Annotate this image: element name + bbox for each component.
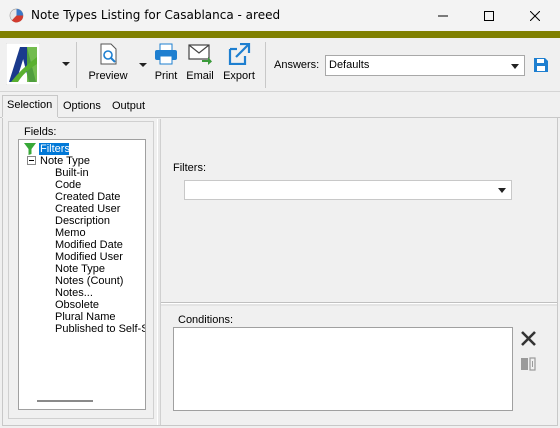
tree-item[interactable]: Modified Date xyxy=(55,239,123,251)
tree-item[interactable]: Created Date xyxy=(55,191,120,203)
tree-item[interactable]: Notes (Count) xyxy=(55,275,123,287)
answers-select[interactable]: Defaults xyxy=(325,55,525,76)
close-icon xyxy=(530,10,540,21)
tree-item[interactable]: Notes... xyxy=(55,287,93,299)
preview-label: Preview xyxy=(88,70,128,82)
export-icon xyxy=(228,43,251,65)
tree-item[interactable]: Built-in xyxy=(55,167,89,179)
collapse-icon[interactable] xyxy=(27,156,36,165)
tree-item[interactable]: Description xyxy=(55,215,110,227)
tree-item[interactable]: Note Type xyxy=(55,263,105,275)
conditions-list[interactable] xyxy=(173,327,513,411)
export-button[interactable]: Export xyxy=(221,43,257,87)
email-icon xyxy=(188,44,212,65)
chevron-down-icon xyxy=(511,64,519,69)
funnel-icon xyxy=(24,143,36,155)
minimize-icon xyxy=(438,15,448,16)
accent-strip xyxy=(0,31,560,38)
tree-item[interactable]: Memo xyxy=(55,227,86,239)
fields-tree[interactable]: Filters Note Type Built-in Code Created … xyxy=(18,139,146,410)
preview-button[interactable]: Preview xyxy=(86,43,130,87)
email-label: Email xyxy=(186,70,214,82)
toolbar-separator xyxy=(265,42,266,88)
chevron-down-icon xyxy=(498,188,506,193)
window-title: Note Types Listing for Casablanca - aree… xyxy=(31,8,281,22)
tree-item[interactable]: Created User xyxy=(55,203,120,215)
tab-selection[interactable]: Selection xyxy=(2,95,58,117)
export-label: Export xyxy=(223,70,255,82)
report-app-icon xyxy=(9,8,24,23)
print-label: Print xyxy=(154,70,178,82)
logo-dropdown-arrow-icon[interactable] xyxy=(61,59,71,69)
email-button[interactable]: Email xyxy=(186,43,214,87)
tree-item[interactable]: Plural Name xyxy=(55,311,116,323)
tree-item-filters[interactable]: Filters xyxy=(39,143,70,155)
delete-icon[interactable] xyxy=(520,330,537,347)
tree-item[interactable]: Code xyxy=(55,179,81,191)
title-bar: Note Types Listing for Casablanca - aree… xyxy=(0,0,560,31)
answers-value: Defaults xyxy=(329,59,370,71)
horizontal-scrollbar-thumb[interactable] xyxy=(37,400,93,402)
horizontal-splitter[interactable] xyxy=(161,303,557,306)
filters-label: Filters: xyxy=(173,162,206,174)
edit-icon[interactable] xyxy=(520,357,537,371)
answers-label: Answers: xyxy=(274,59,320,71)
tree-item[interactable]: Obsolete xyxy=(55,299,99,311)
tab-options[interactable]: Options xyxy=(59,97,105,117)
preview-icon xyxy=(100,43,117,65)
tab-output[interactable]: Output xyxy=(108,97,152,117)
tab-strip: Selection Options Output xyxy=(0,95,560,117)
minimize-button[interactable] xyxy=(420,0,466,31)
filters-select[interactable] xyxy=(184,180,512,200)
toolbar-separator xyxy=(76,42,77,88)
printer-icon xyxy=(155,43,177,65)
maximize-button[interactable] xyxy=(466,0,512,31)
maximize-icon xyxy=(484,10,494,21)
fields-label: Fields: xyxy=(23,126,58,138)
conditions-label: Conditions: xyxy=(178,314,234,326)
filters-pane xyxy=(161,119,557,303)
app-logo-icon[interactable] xyxy=(6,43,40,85)
save-icon[interactable] xyxy=(533,57,549,73)
print-button[interactable]: Print xyxy=(152,43,180,87)
close-button[interactable] xyxy=(512,0,558,31)
tree-item[interactable]: Modified User xyxy=(55,251,123,263)
preview-dropdown-arrow-icon[interactable] xyxy=(138,60,148,70)
minus-icon xyxy=(29,160,34,161)
tree-item[interactable]: Published to Self-S xyxy=(55,323,145,335)
tree-node-note-type[interactable]: Note Type xyxy=(40,155,90,167)
